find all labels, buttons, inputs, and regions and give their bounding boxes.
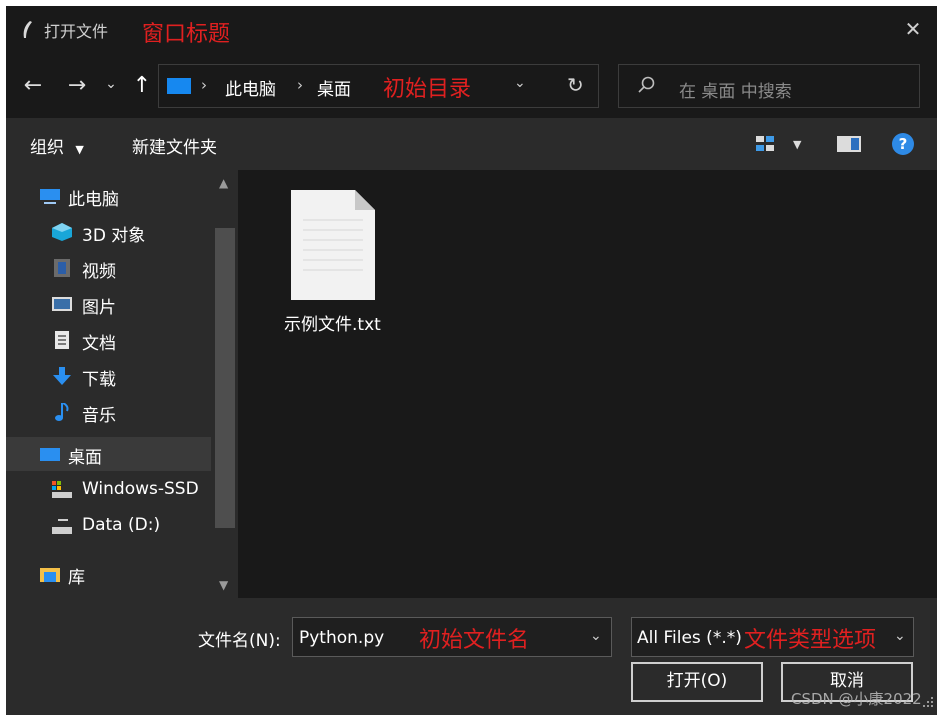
chevron-down-icon[interactable]: ⌄ xyxy=(590,628,602,644)
filename-label: 文件名(N): xyxy=(198,631,281,651)
scrollbar-thumb[interactable] xyxy=(215,228,235,528)
annotation-window-title: 窗口标题 xyxy=(142,22,231,47)
annotation-filetype: 文件类型选项 xyxy=(744,628,877,653)
sidebar-item-label: 图片 xyxy=(82,298,116,318)
address-bar[interactable]: › 此电脑 › 桌面 初始目录 ⌄ ↻ xyxy=(158,64,599,108)
sidebar-item-music[interactable]: 音乐 xyxy=(6,395,211,429)
view-options-icon[interactable] xyxy=(756,136,776,152)
download-icon xyxy=(53,367,71,385)
caret-down-icon: ▼ xyxy=(75,143,84,156)
documents-icon xyxy=(55,331,69,349)
view-dropdown-icon[interactable]: ▼ xyxy=(793,138,801,151)
sidebar-item-label: 视频 xyxy=(82,262,116,282)
forward-button[interactable]: → xyxy=(64,71,90,101)
sidebar-item-videos[interactable]: 视频 xyxy=(6,251,211,285)
file-name: 示例文件.txt xyxy=(284,315,381,335)
3d-objects-icon xyxy=(52,223,72,241)
recent-locations-button[interactable]: ⌄ xyxy=(102,69,120,99)
sidebar-item-label: 音乐 xyxy=(82,406,116,426)
sidebar-item-label: 下载 xyxy=(82,370,116,390)
sidebar-item-label: Windows-SSD xyxy=(82,479,199,499)
computer-icon xyxy=(40,189,60,204)
desktop-icon xyxy=(40,448,60,461)
sidebar-item-label: 文档 xyxy=(82,334,116,354)
sidebar-item-this-pc[interactable]: 此电脑 xyxy=(6,179,211,213)
close-button[interactable]: ✕ xyxy=(902,16,924,42)
sidebar-item-libraries[interactable]: 库 xyxy=(6,557,211,591)
sidebar-item-pictures[interactable]: 图片 xyxy=(6,287,211,321)
chevron-down-icon[interactable]: ⌄ xyxy=(514,75,526,91)
bottom-panel: 文件名(N): Python.py 初始文件名 ⌄ All Files (*.*… xyxy=(6,598,937,715)
back-button[interactable]: ← xyxy=(20,71,46,101)
new-folder-button[interactable]: 新建文件夹 xyxy=(132,133,217,158)
drive-icon xyxy=(52,481,72,498)
resize-grip-icon[interactable] xyxy=(922,696,934,708)
window-title: 打开文件 xyxy=(44,22,109,41)
sidebar-item-label: Data (D:) xyxy=(82,515,161,535)
title-bar: 打开文件 窗口标题 ✕ xyxy=(6,6,937,54)
filename-value: Python.py xyxy=(299,628,385,648)
watermark: CSDN @小康2022 xyxy=(791,690,922,708)
scroll-down-arrow[interactable]: ▼ xyxy=(219,578,228,592)
sidebar-item-label: 3D 对象 xyxy=(82,226,146,246)
search-placeholder: 在 桌面 中搜索 xyxy=(679,82,792,102)
navigation-bar: ← → ⌄ ↑ › 此电脑 › 桌面 初始目录 ⌄ ↻ 在 桌面 中搜索 xyxy=(6,56,937,116)
filetype-value: All Files (*.*) xyxy=(637,628,742,648)
organize-button[interactable]: 组织 ▼ xyxy=(30,133,84,158)
refresh-button[interactable]: ↻ xyxy=(567,73,584,97)
music-icon xyxy=(55,403,69,421)
sidebar-item-3d-objects[interactable]: 3D 对象 xyxy=(6,215,211,249)
sidebar-item-label: 桌面 xyxy=(68,448,102,468)
open-file-dialog: 打开文件 窗口标题 ✕ ← → ⌄ ↑ › 此电脑 › 桌面 初始目录 ⌄ ↻ … xyxy=(6,6,937,715)
sidebar-item-data-d[interactable]: Data (D:) xyxy=(6,509,211,543)
drive-icon xyxy=(52,519,72,534)
sidebar-item-label: 库 xyxy=(68,568,85,588)
up-button[interactable]: ↑ xyxy=(130,71,154,101)
sidebar-item-downloads[interactable]: 下载 xyxy=(6,359,211,393)
feather-icon xyxy=(23,21,32,38)
annotation-initial-dir: 初始目录 xyxy=(383,77,472,102)
pictures-icon xyxy=(52,297,72,311)
organize-label: 组织 xyxy=(30,138,64,158)
sidebar-item-desktop[interactable]: 桌面 xyxy=(6,437,211,471)
breadcrumb-separator: › xyxy=(201,76,207,94)
search-box[interactable]: 在 桌面 中搜索 xyxy=(618,64,920,108)
scroll-up-arrow[interactable]: ▲ xyxy=(219,176,228,190)
text-file-icon xyxy=(291,190,375,300)
help-icon[interactable]: ? xyxy=(892,133,914,155)
toolbar: 组织 ▼ 新建文件夹 ▼ ? xyxy=(6,118,937,170)
sidebar-item-label: 此电脑 xyxy=(68,190,119,210)
chevron-down-icon[interactable]: ⌄ xyxy=(894,628,906,644)
file-list: 示例文件.txt xyxy=(239,170,937,598)
breadcrumb-separator: › xyxy=(297,76,303,94)
video-icon xyxy=(54,259,70,277)
library-icon xyxy=(40,568,60,582)
desktop-icon xyxy=(167,78,191,94)
search-icon xyxy=(638,76,655,93)
open-button[interactable]: 打开(O) xyxy=(631,662,763,702)
annotation-initial-filename: 初始文件名 xyxy=(419,628,530,653)
filetype-select[interactable]: All Files (*.*) 文件类型选项 ⌄ xyxy=(631,617,914,657)
filename-input[interactable]: Python.py 初始文件名 ⌄ xyxy=(292,617,612,657)
preview-pane-icon[interactable] xyxy=(837,136,861,152)
sidebar-item-documents[interactable]: 文档 xyxy=(6,323,211,357)
breadcrumb-desktop[interactable]: 桌面 xyxy=(317,75,351,100)
navigation-pane: ▲ ▼ 此电脑 3D 对象 视频 图片 文档 下载 音乐 桌面 Windows-… xyxy=(6,170,238,598)
sidebar-item-windows-ssd[interactable]: Windows-SSD xyxy=(6,473,211,507)
breadcrumb-this-pc[interactable]: 此电脑 xyxy=(225,75,276,100)
